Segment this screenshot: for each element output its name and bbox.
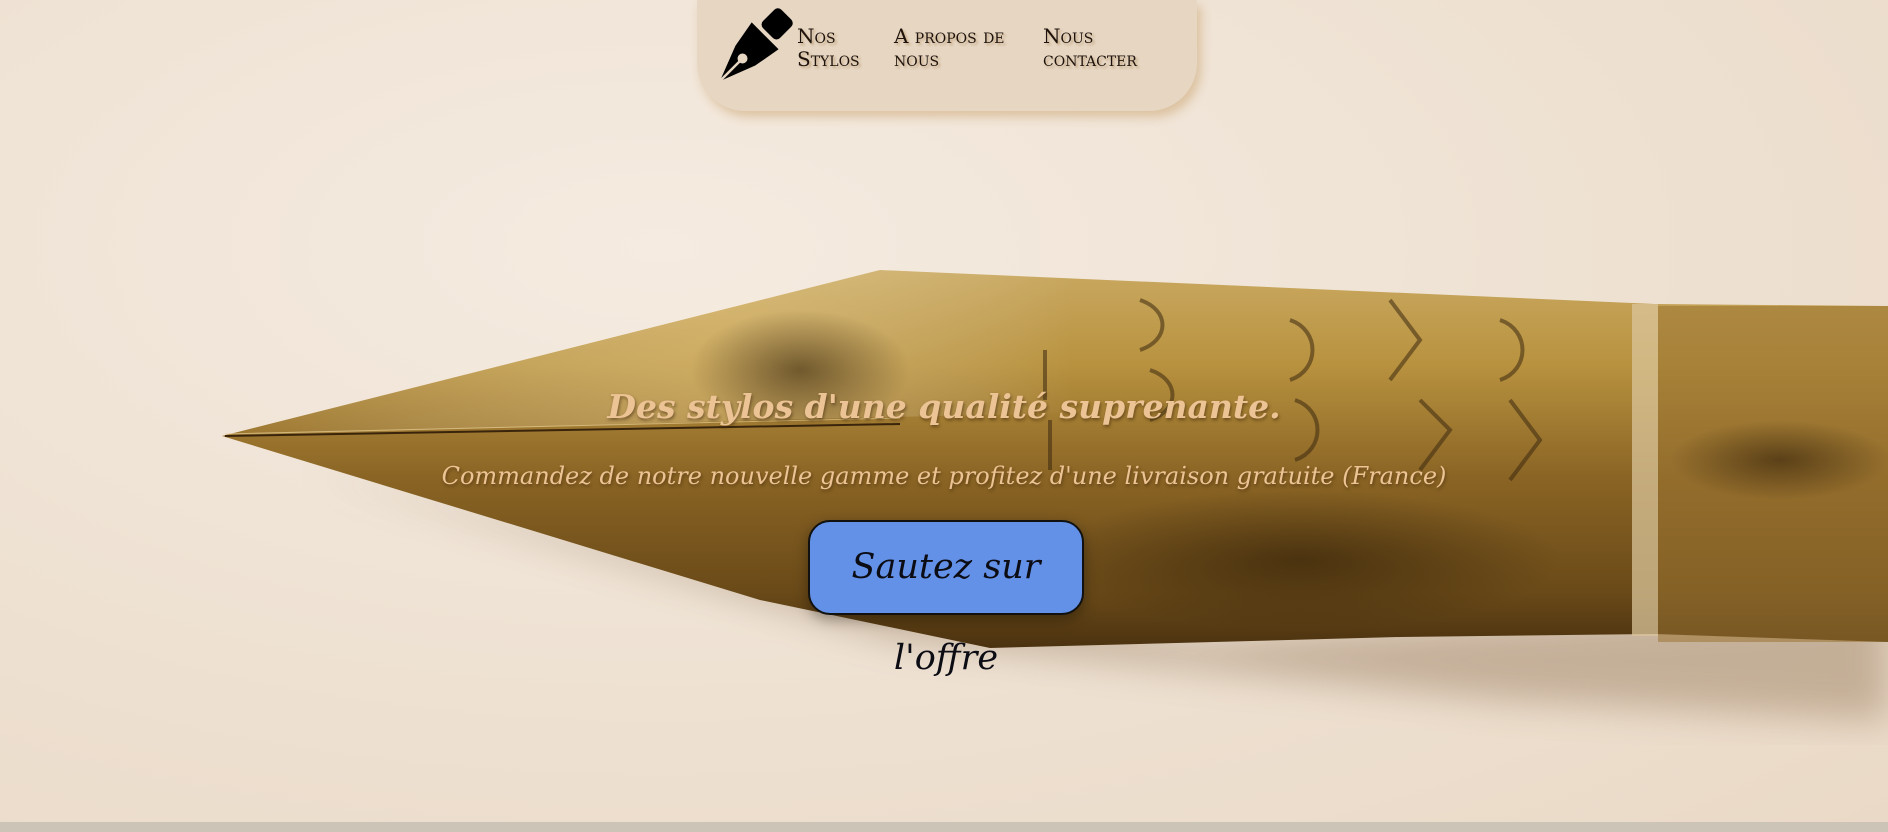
fountain-pen-nib-icon[interactable] — [705, 4, 797, 96]
hero-subheadline: Commandez de notre nouvelle gamme et pro… — [441, 462, 1447, 490]
nav-link-a-propos[interactable]: A propos de nous — [894, 25, 1019, 71]
hero-headline: Des stylos d'une qualité suprenante. — [607, 387, 1281, 426]
nav-link-nos-stylos[interactable]: Nos Stylos — [797, 25, 875, 71]
cta-button[interactable]: Sautez sur l'offre — [808, 520, 1084, 678]
top-navbar: Nos Stylos A propos de nous Nous contact… — [697, 0, 1197, 111]
footer-bar — [0, 822, 1888, 832]
nav-link-nous-contacter[interactable]: Nous contacter — [1043, 25, 1158, 71]
